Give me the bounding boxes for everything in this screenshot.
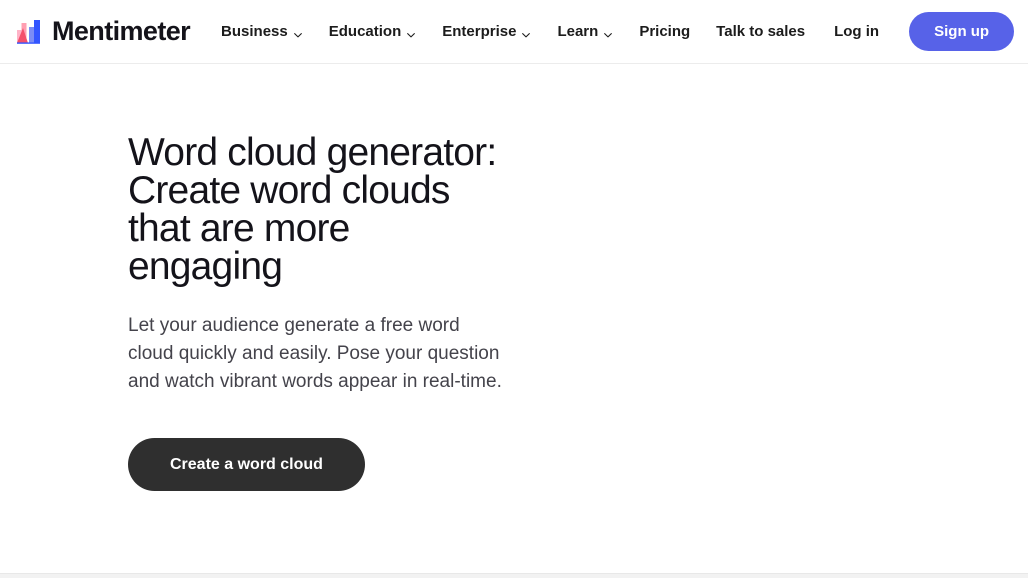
nav-item-business[interactable]: Business (208, 16, 316, 47)
main-navigation: Business Education Enterprise Learn Pric… (208, 16, 818, 47)
hero-subtitle: Let your audience generate a free word c… (128, 315, 502, 392)
nav-item-label: Enterprise (442, 23, 517, 40)
hero-copy: Word cloud generator: Create word clouds… (0, 64, 520, 492)
nav-item-learn[interactable]: Learn (544, 16, 626, 47)
mentimeter-bars-logo-icon (16, 18, 43, 45)
hero-section: Word cloud generator: Create word clouds… (0, 64, 1028, 573)
create-word-cloud-button[interactable]: Create a word cloud (128, 438, 365, 492)
site-header: Mentimeter Business Education Enterprise (0, 0, 1028, 64)
signup-button[interactable]: Sign up (909, 11, 1015, 52)
page-title: Word cloud generator: Create word clouds… (128, 131, 497, 288)
chevron-down-icon (603, 28, 613, 38)
nav-item-label: Education (328, 23, 402, 40)
nav-item-label: Talk to sales (716, 23, 806, 40)
page-bottom-strip (0, 573, 1028, 578)
hero-media-placeholder (520, 64, 1028, 573)
brand-logo-link[interactable]: Mentimeter (16, 16, 191, 46)
chevron-down-icon (521, 28, 531, 38)
brand-name: Mentimeter (52, 16, 191, 46)
nav-item-label: Business (221, 23, 288, 40)
nav-item-talk-to-sales[interactable]: Talk to sales (703, 16, 818, 47)
login-link[interactable]: Log in (818, 15, 895, 48)
nav-item-label: Pricing (639, 23, 691, 40)
nav-item-label: Learn (557, 23, 599, 40)
chevron-down-icon (293, 28, 303, 38)
chevron-down-icon (406, 28, 416, 38)
nav-item-pricing[interactable]: Pricing (626, 16, 703, 47)
header-actions: Log in Sign up (818, 11, 1015, 52)
nav-item-education[interactable]: Education (316, 16, 430, 47)
nav-item-enterprise[interactable]: Enterprise (429, 16, 544, 47)
